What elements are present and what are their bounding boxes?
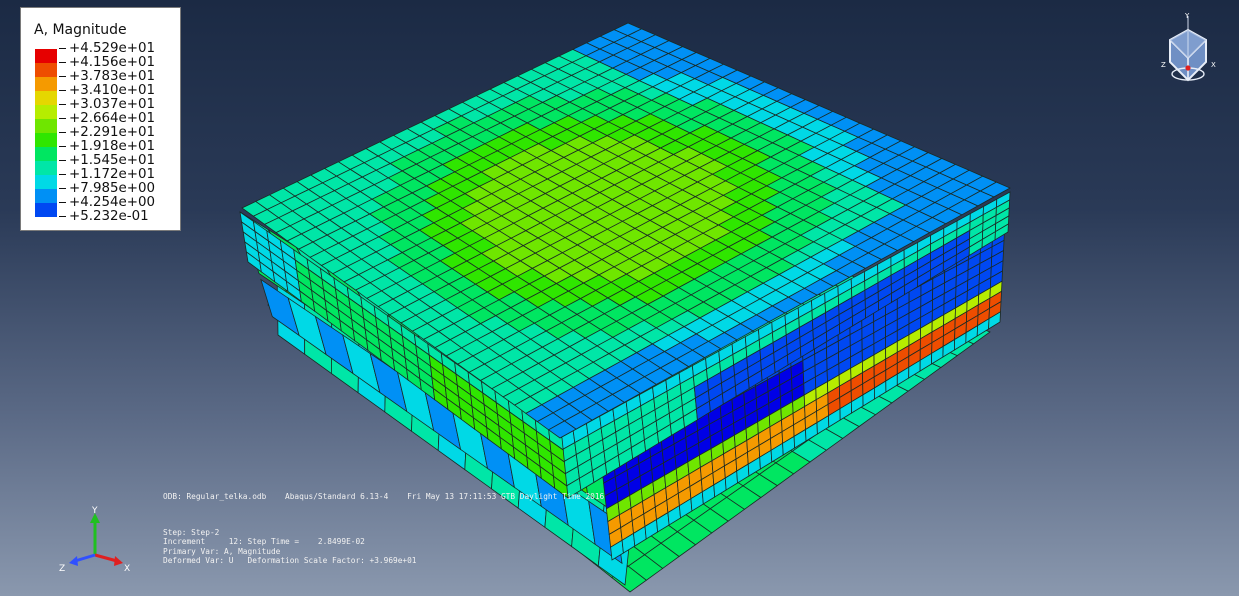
legend-swatch [35,133,57,147]
legend-value: +4.529e+01 [69,40,156,56]
legend-value: +5.232e-01 [69,208,149,224]
triad-z-label: Z [59,564,65,574]
legend-label-row: +1.172e+01 [59,166,156,182]
legend-label-row: +1.918e+01 [59,138,156,154]
legend-swatch [35,203,57,217]
legend-swatch [35,77,57,91]
legend-swatch [35,49,57,63]
legend-label-row: +4.156e+01 [59,54,156,70]
legend-value: +4.156e+01 [69,54,156,70]
legend-value: +2.664e+01 [69,110,156,126]
legend-label-row: +3.037e+01 [59,96,156,112]
step-info-line: Step: Step-2 [163,528,220,538]
view-cube[interactable]: Y Z X [1158,10,1220,86]
axis-triad: Y X Z [59,506,130,574]
legend-label-row: +3.410e+01 [59,82,156,98]
primary-var-line: Primary Var: A, Magnitude [163,546,281,556]
increment-info-line: Increment 12: Step Time = 2.8499E-02 [163,537,365,547]
legend-swatch [35,119,57,133]
legend-label-row: +5.232e-01 [59,208,155,224]
view-cube-z-label: Z [1161,61,1166,69]
legend-swatch [35,105,57,119]
view-cube-y-label: Y [1184,12,1190,20]
legend-value: +4.254e+00 [69,194,156,210]
triad-x-label: X [124,564,130,574]
legend-swatch [35,147,57,161]
legend-labels: +4.529e+01 +4.156e+01 +3.783e+01 +3.410e+01… [59,40,156,224]
legend-label-row: +4.254e+00 [59,194,156,210]
legend-swatch [35,175,57,189]
model-info-block: ODB: Regular_telka.odb Abaqus/Standard 6… [163,492,604,565]
legend-label-row: +7.985e+00 [59,180,156,196]
legend-swatch [35,189,57,203]
legend-swatch [35,161,57,175]
legend-value: +1.918e+01 [69,138,156,154]
legend-label-row: +3.783e+01 [59,68,156,84]
legend-value: +1.172e+01 [69,166,156,182]
deformed-var-line: Deformed Var: U Deformation Scale Factor… [163,555,417,565]
legend-color-bar [35,49,57,217]
triad-x-axis [94,553,118,563]
odb-info-line: ODB: Regular_telka.odb Abaqus/Standard 6… [163,492,605,501]
legend-value: +1.545e+01 [69,152,156,168]
triad-x-arrowhead [114,556,123,566]
view-cube-icon[interactable] [1169,16,1207,82]
triad-z-axis [74,553,96,563]
legend-label-row: +4.529e+01 [59,40,156,56]
triad-z-arrowhead [69,556,78,566]
legend-swatch [35,91,57,105]
legend-value: +2.291e+01 [69,124,156,140]
legend-title: A, Magnitude [34,22,127,38]
legend-label-row: +2.291e+01 [59,124,156,140]
legend-value: +3.410e+01 [69,82,156,98]
view-cube-x-label: X [1211,61,1216,69]
legend-value: +3.037e+01 [69,96,156,112]
legend-label-row: +2.664e+01 [59,110,156,126]
triad-y-label: Y [91,506,98,516]
legend-swatch [35,63,57,77]
legend-value: +3.783e+01 [69,68,156,84]
contour-legend: A, Magnitude +4.529e+01 +4.156e+01 +3.783e… [20,7,181,231]
legend-label-row: +1.545e+01 [59,152,156,168]
legend-value: +7.985e+00 [69,180,156,196]
